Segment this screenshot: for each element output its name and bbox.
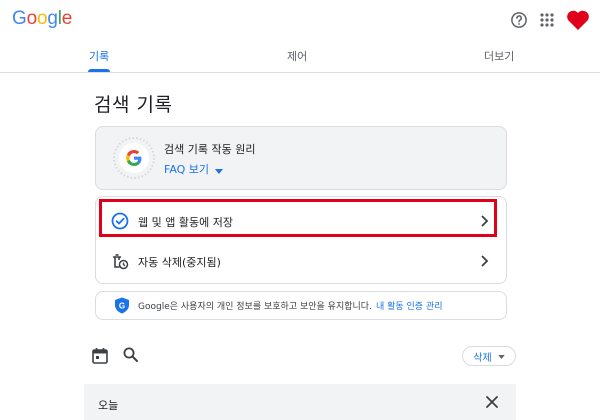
google-g-icon — [112, 136, 156, 180]
calendar-icon[interactable] — [91, 347, 109, 365]
logo-letter: G — [12, 8, 27, 29]
chevron-right-icon — [474, 251, 494, 271]
chevron-right-icon — [474, 211, 494, 231]
logo-letter: o — [26, 8, 38, 29]
faq-label: FAQ 보기 — [164, 163, 210, 176]
google-shield-icon: G — [114, 297, 130, 314]
apps-grid-icon[interactable] — [536, 9, 558, 31]
delete-label: 삭제 — [473, 352, 492, 364]
logo-letter: g — [47, 8, 58, 29]
top-bar: Google — [0, 0, 600, 42]
privacy-notice-text: Google은 사용자의 개인 정보를 보호하고 보안을 유지합니다. 내 활동 … — [138, 299, 442, 312]
close-icon[interactable] — [484, 394, 500, 410]
logo-letter: o — [36, 8, 48, 29]
activity-verification-link[interactable]: 내 활동 인증 관리 — [376, 302, 443, 312]
activity-settings-card: 웹 및 앱 활동에 저장 자동 삭제(중지됨) — [95, 196, 507, 284]
help-icon[interactable] — [508, 9, 530, 31]
web-app-activity-row[interactable]: 웹 및 앱 활동에 저장 — [96, 201, 506, 241]
info-card-title: 검색 기록 작동 원리 — [164, 143, 256, 156]
page-title: 검색 기록 — [94, 94, 173, 116]
search-icon[interactable] — [122, 346, 140, 364]
today-section-header: 오늘 — [84, 384, 516, 420]
check-circle-icon — [110, 211, 130, 231]
caret-down-icon — [498, 351, 505, 362]
privacy-text: Google은 사용자의 개인 정보를 보호하고 보안을 유지합니다. — [138, 302, 372, 312]
web-app-activity-label: 웹 및 앱 활동에 저장 — [138, 216, 233, 229]
auto-delete-icon — [110, 251, 130, 271]
active-tab-indicator — [88, 69, 110, 72]
privacy-notice-card: G Google은 사용자의 개인 정보를 보호하고 보안을 유지합니다. 내 활… — [95, 291, 507, 320]
tab-controls[interactable]: 제어 — [287, 48, 307, 64]
tab-history[interactable]: 기록 — [89, 48, 109, 64]
caret-down-icon — [215, 164, 224, 177]
delete-dropdown-button[interactable]: 삭제 — [462, 346, 516, 366]
logo-letter: e — [61, 8, 73, 29]
today-label: 오늘 — [98, 399, 119, 412]
auto-delete-row[interactable]: 자동 삭제(중지됨) — [96, 241, 506, 281]
svg-text:G: G — [119, 302, 125, 311]
account-avatar-heart-icon[interactable] — [566, 8, 590, 32]
tab-more[interactable]: 더보기 — [484, 48, 514, 64]
search-history-info-card: 검색 기록 작동 원리 FAQ 보기 — [95, 126, 507, 190]
auto-delete-label: 자동 삭제(중지됨) — [138, 256, 221, 269]
google-logo[interactable]: Google — [12, 8, 72, 30]
faq-toggle-link[interactable]: FAQ 보기 — [164, 161, 224, 177]
